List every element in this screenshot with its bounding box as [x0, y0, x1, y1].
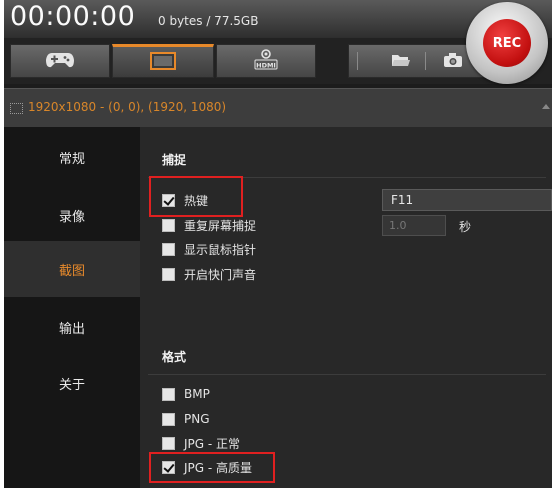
- format-section-title: 格式: [162, 350, 187, 364]
- format-option-jpg-high[interactable]: JPG - 高质量: [162, 457, 252, 477]
- shutter-sound-option[interactable]: 开启快门声音: [162, 264, 256, 284]
- hotkey-input[interactable]: F11: [382, 189, 552, 211]
- capture-section-title: 捕捉: [162, 153, 187, 167]
- sidebar-item-screenshot[interactable]: 截图: [4, 241, 140, 297]
- format-checkbox[interactable]: [162, 460, 175, 474]
- hotkey-label: 热键: [184, 193, 209, 208]
- repeat-capture-label: 重复屏幕捕捉: [184, 218, 257, 233]
- format-label: JPG - 高质量: [184, 460, 253, 475]
- show-cursor-label: 显示鼠标指针: [184, 242, 257, 257]
- sidebar-item-output[interactable]: 输出: [4, 299, 140, 355]
- open-folder-button[interactable]: [387, 45, 415, 77]
- sidebar-item-label: 录像: [58, 209, 85, 225]
- sidebar-item-label: 输出: [58, 321, 85, 337]
- format-checkbox[interactable]: [162, 387, 175, 401]
- rec-button-ring: REC: [466, 2, 548, 84]
- shutter-sound-checkbox[interactable]: [162, 267, 175, 281]
- collapse-arrow-icon[interactable]: [542, 104, 550, 109]
- screen-capture-icon: [148, 50, 178, 75]
- format-option-bmp[interactable]: BMP: [162, 384, 210, 404]
- format-option-jpg-normal[interactable]: JPG - 正常: [162, 433, 240, 453]
- sidebar-item-about[interactable]: 关于: [4, 355, 140, 411]
- toolbar-divider: [357, 52, 358, 70]
- format-checkbox[interactable]: [162, 412, 175, 426]
- repeat-capture-checkbox[interactable]: [162, 218, 175, 232]
- section-divider: [148, 374, 546, 375]
- hotkey-checkbox[interactable]: [162, 193, 175, 207]
- repeat-capture-option[interactable]: 重复屏幕捕捉: [162, 215, 256, 235]
- camera-icon: [443, 52, 463, 71]
- recording-timer: 00:00:00: [10, 1, 136, 32]
- interval-unit-label: 秒: [459, 220, 472, 234]
- rec-button[interactable]: REC: [483, 19, 531, 67]
- format-label: JPG - 正常: [184, 436, 241, 451]
- capture-region-bar[interactable]: 1920x1080 - (0, 0), (1920, 1080): [4, 88, 552, 127]
- sidebar-item-label: 常规: [58, 151, 85, 167]
- hotkey-option[interactable]: 热键: [162, 190, 208, 210]
- format-label: BMP: [184, 387, 210, 401]
- sidebar-item-video[interactable]: 录像: [4, 187, 140, 243]
- show-cursor-option[interactable]: 显示鼠标指针: [162, 239, 256, 259]
- format-option-png[interactable]: PNG: [162, 409, 210, 429]
- screenshot-button[interactable]: [439, 45, 467, 77]
- sidebar-item-label: 截图: [58, 263, 85, 279]
- format-checkbox[interactable]: [162, 436, 175, 450]
- sidebar-item-general[interactable]: 常规: [4, 129, 140, 185]
- gamepad-icon: [45, 50, 75, 73]
- app-window: 00:00:00 0 bytes / 77.5GB HDMI REC 1920x…: [4, 0, 552, 488]
- folder-icon: [391, 52, 411, 71]
- settings-sidebar: 常规 录像 截图 输出 关于: [4, 127, 140, 488]
- repeat-interval-input[interactable]: 1.0: [382, 215, 446, 236]
- toolbar-divider: [425, 52, 426, 70]
- show-cursor-checkbox[interactable]: [162, 242, 175, 256]
- region-icon: [10, 103, 23, 114]
- section-divider: [148, 177, 546, 178]
- hdmi-mode-button[interactable]: HDMI: [216, 44, 316, 78]
- screen-mode-button[interactable]: [112, 44, 214, 78]
- hdmi-icon: HDMI: [250, 48, 282, 75]
- game-mode-button[interactable]: [10, 44, 110, 78]
- svg-text:HDMI: HDMI: [256, 61, 276, 69]
- sidebar-item-label: 关于: [58, 377, 85, 393]
- shutter-sound-label: 开启快门声音: [184, 267, 257, 282]
- settings-panel: 捕捉 热键 F11 重复屏幕捕捉 1.0 秒 显示鼠标指针 开启快门声音 格式 …: [140, 127, 552, 488]
- format-label: PNG: [184, 412, 210, 426]
- capture-region-text: 1920x1080 - (0, 0), (1920, 1080): [28, 100, 227, 114]
- file-size-status: 0 bytes / 77.5GB: [158, 14, 259, 28]
